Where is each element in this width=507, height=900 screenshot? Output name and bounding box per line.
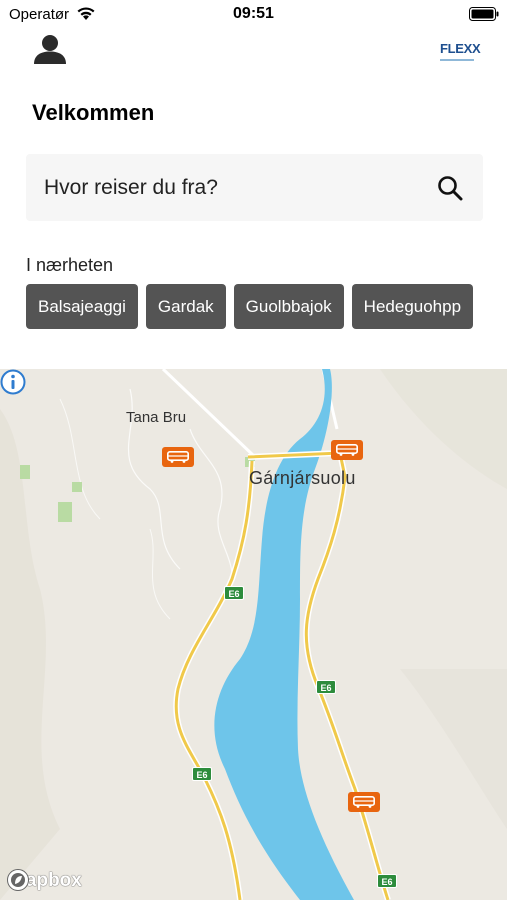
logo-underline bbox=[440, 59, 474, 61]
bus-icon bbox=[167, 451, 189, 463]
map-canvas bbox=[0, 369, 507, 900]
battery-icon bbox=[469, 7, 499, 21]
map-label-town: Tana Bru bbox=[126, 409, 187, 426]
nearby-label: I nærheten bbox=[26, 255, 114, 275]
map-label-place: Gárnjársuolu bbox=[249, 468, 356, 488]
bus-stop-marker[interactable] bbox=[331, 440, 363, 460]
road-shield: E6 bbox=[316, 680, 336, 694]
nearby-stops-list: Balsajeaggi Gardak Guolbbajok Hedeguohpp bbox=[26, 284, 483, 330]
nearby-stop-chip[interactable]: Gardak bbox=[145, 284, 226, 329]
bus-stop-marker[interactable] bbox=[348, 792, 380, 812]
bus-stop-marker[interactable] bbox=[162, 447, 194, 467]
status-time: 09:51 bbox=[233, 5, 274, 22]
logo-text: FLEXX bbox=[440, 41, 481, 56]
bus-icon bbox=[336, 444, 358, 456]
road-shield: E6 bbox=[224, 586, 244, 600]
search-placeholder: Hvor reiser du fra? bbox=[44, 176, 218, 199]
nearby-stop-chip[interactable]: Balsajeaggi bbox=[26, 284, 138, 329]
flexx-logo: FLEXX bbox=[440, 40, 484, 62]
mapbox-logo[interactable]: mapbox bbox=[6, 868, 82, 894]
person-icon[interactable] bbox=[32, 34, 68, 66]
search-field[interactable]: Hvor reiser du fra? bbox=[26, 154, 483, 221]
page-title: Velkommen bbox=[32, 100, 155, 125]
mapbox-icon bbox=[7, 869, 29, 891]
nearby-stop-chip[interactable]: Guolbbajok bbox=[233, 284, 344, 329]
status-bar: Operatør 09:51 bbox=[0, 0, 507, 28]
map-view[interactable]: Tana Bru Gárnjársuolu E6 E6 E6 E6 mapbox bbox=[0, 369, 507, 900]
search-icon[interactable] bbox=[437, 175, 463, 201]
road-shield: E6 bbox=[377, 874, 397, 888]
info-icon[interactable] bbox=[0, 369, 26, 395]
road-shield: E6 bbox=[192, 767, 212, 781]
bus-icon bbox=[353, 796, 375, 808]
nearby-stop-chip[interactable]: Hedeguohpp bbox=[351, 284, 474, 329]
